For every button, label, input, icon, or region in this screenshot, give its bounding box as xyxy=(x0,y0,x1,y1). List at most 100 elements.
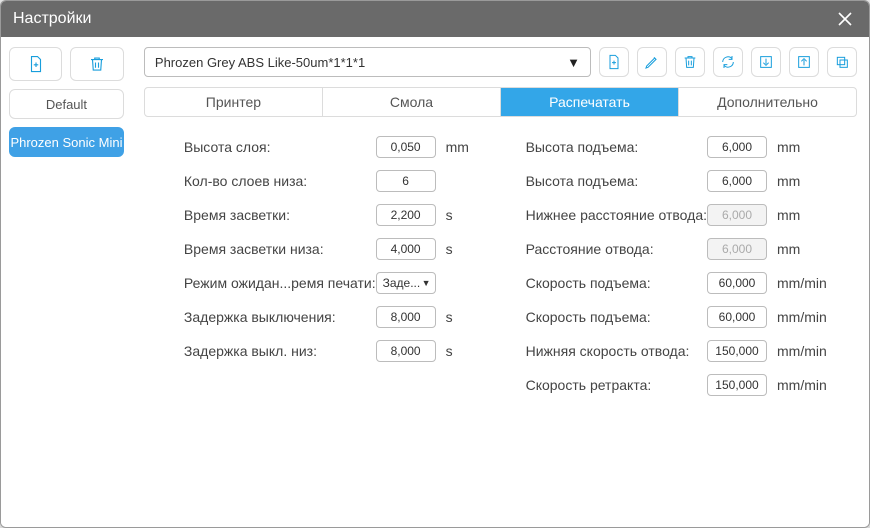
param-input: 6,000 xyxy=(707,204,767,226)
sidebar-profile-item[interactable]: Default xyxy=(9,89,124,119)
resin-profile-value: Phrozen Grey ABS Like-50um*1*1*1 xyxy=(155,55,365,70)
param-label: Задержка выключения: xyxy=(184,309,376,325)
param-input[interactable]: 6,000 xyxy=(707,136,767,158)
refresh-icon xyxy=(720,54,736,70)
pencil-icon xyxy=(644,54,660,70)
param-input[interactable]: 4,000 xyxy=(376,238,436,260)
param-unit: s xyxy=(436,343,496,359)
copy-button[interactable] xyxy=(827,47,857,77)
import-button[interactable] xyxy=(751,47,781,77)
param-row: Время засветки низа:4,000s xyxy=(184,237,496,261)
tab[interactable]: Смола xyxy=(323,88,501,116)
param-row: Время засветки:2,200s xyxy=(184,203,496,227)
delete-resin-button[interactable] xyxy=(675,47,705,77)
left-column: Высота слоя:0,050mmКол-во слоев низа:6Вр… xyxy=(184,135,496,397)
resin-profile-select[interactable]: Phrozen Grey ABS Like-50um*1*1*1 ▼ xyxy=(144,47,591,77)
top-row: Phrozen Grey ABS Like-50um*1*1*1 ▼ xyxy=(144,47,857,77)
sidebar-profile-item[interactable]: Phrozen Sonic Mini xyxy=(9,127,124,157)
param-row: Нижняя скорость отвода:150,000mm/min xyxy=(526,339,827,363)
param-input[interactable]: 0,050 xyxy=(376,136,436,158)
trash-icon xyxy=(682,54,698,70)
param-label: Время засветки низа: xyxy=(184,241,376,257)
tab[interactable]: Принтер xyxy=(145,88,323,116)
param-unit: mm/min xyxy=(767,343,827,359)
param-label: Скорость подъема: xyxy=(526,275,707,291)
export-icon xyxy=(796,54,812,70)
param-row: Нижнее расстояние отвода:6,000mm xyxy=(526,203,827,227)
param-row: Расстояние отвода:6,000mm xyxy=(526,237,827,261)
param-label: Кол-во слоев низа: xyxy=(184,173,376,189)
file-plus-icon xyxy=(606,54,622,70)
param-label: Высота слоя: xyxy=(184,139,376,155)
param-unit: mm xyxy=(436,139,496,155)
settings-window: Настройки Default Phrozen Sonic Mini Phro… xyxy=(0,0,870,528)
edit-resin-button[interactable] xyxy=(637,47,667,77)
param-unit: mm xyxy=(767,207,827,223)
param-label: Скорость подъема: xyxy=(526,309,707,325)
param-row: Режим ожидан...ремя печати:Заде...▼ xyxy=(184,271,496,295)
param-label: Режим ожидан...ремя печати: xyxy=(184,275,376,291)
right-column: Высота подъема:6,000mmВысота подъема:6,0… xyxy=(526,135,827,397)
param-row: Высота подъема:6,000mm xyxy=(526,169,827,193)
main: Phrozen Grey ABS Like-50um*1*1*1 ▼ xyxy=(132,37,869,527)
sidebar-button-row xyxy=(9,47,124,81)
sidebar: Default Phrozen Sonic Mini xyxy=(1,37,132,527)
param-row: Скорость подъема:60,000mm/min xyxy=(526,305,827,329)
param-input[interactable]: 150,000 xyxy=(707,340,767,362)
tab[interactable]: Распечатать xyxy=(501,88,679,116)
param-label: Высота подъема: xyxy=(526,173,707,189)
param-input[interactable]: 8,000 xyxy=(376,306,436,328)
delete-profile-button[interactable] xyxy=(70,47,123,81)
import-icon xyxy=(758,54,774,70)
body: Default Phrozen Sonic Mini Phrozen Grey A… xyxy=(1,37,869,527)
param-input[interactable]: 150,000 xyxy=(707,374,767,396)
param-row: Задержка выключения:8,000s xyxy=(184,305,496,329)
copy-icon xyxy=(834,54,850,70)
param-input[interactable]: 6,000 xyxy=(707,170,767,192)
param-input[interactable]: 8,000 xyxy=(376,340,436,362)
param-label: Нижняя скорость отвода: xyxy=(526,343,707,359)
param-select[interactable]: Заде...▼ xyxy=(376,272,436,294)
param-label: Время засветки: xyxy=(184,207,376,223)
tab[interactable]: Дополнительно xyxy=(679,88,856,116)
params: Высота слоя:0,050mmКол-во слоев низа:6Вр… xyxy=(144,135,857,397)
new-resin-button[interactable] xyxy=(599,47,629,77)
param-input[interactable]: 2,200 xyxy=(376,204,436,226)
add-profile-button[interactable] xyxy=(9,47,62,81)
export-button[interactable] xyxy=(789,47,819,77)
file-plus-icon xyxy=(27,55,45,73)
param-row: Скорость ретракта:150,000mm/min xyxy=(526,373,827,397)
param-unit: s xyxy=(436,309,496,325)
refresh-button[interactable] xyxy=(713,47,743,77)
window-title: Настройки xyxy=(13,10,833,28)
param-unit: mm xyxy=(767,173,827,189)
param-row: Скорость подъема:60,000mm/min xyxy=(526,271,827,295)
close-button[interactable] xyxy=(833,7,857,31)
param-unit: mm xyxy=(767,241,827,257)
param-label: Скорость ретракта: xyxy=(526,377,707,393)
titlebar: Настройки xyxy=(1,1,869,37)
trash-icon xyxy=(88,55,106,73)
tabs: ПринтерСмолаРаспечататьДополнительно xyxy=(144,87,857,117)
param-label: Расстояние отвода: xyxy=(526,241,707,257)
param-row: Задержка выкл. низ:8,000s xyxy=(184,339,496,363)
param-unit: mm xyxy=(767,139,827,155)
param-unit: s xyxy=(436,207,496,223)
param-unit: mm/min xyxy=(767,377,827,393)
param-input[interactable]: 6 xyxy=(376,170,436,192)
caret-down-icon: ▼ xyxy=(422,278,431,288)
param-unit: mm/min xyxy=(767,309,827,325)
param-input[interactable]: 60,000 xyxy=(707,306,767,328)
param-unit: mm/min xyxy=(767,275,827,291)
param-label: Нижнее расстояние отвода: xyxy=(526,207,707,223)
param-row: Кол-во слоев низа:6 xyxy=(184,169,496,193)
param-unit: s xyxy=(436,241,496,257)
param-label: Задержка выкл. низ: xyxy=(184,343,376,359)
close-icon xyxy=(837,11,853,27)
param-row: Высота слоя:0,050mm xyxy=(184,135,496,159)
param-input[interactable]: 60,000 xyxy=(707,272,767,294)
caret-down-icon: ▼ xyxy=(567,55,580,70)
param-label: Высота подъема: xyxy=(526,139,707,155)
param-input: 6,000 xyxy=(707,238,767,260)
param-row: Высота подъема:6,000mm xyxy=(526,135,827,159)
